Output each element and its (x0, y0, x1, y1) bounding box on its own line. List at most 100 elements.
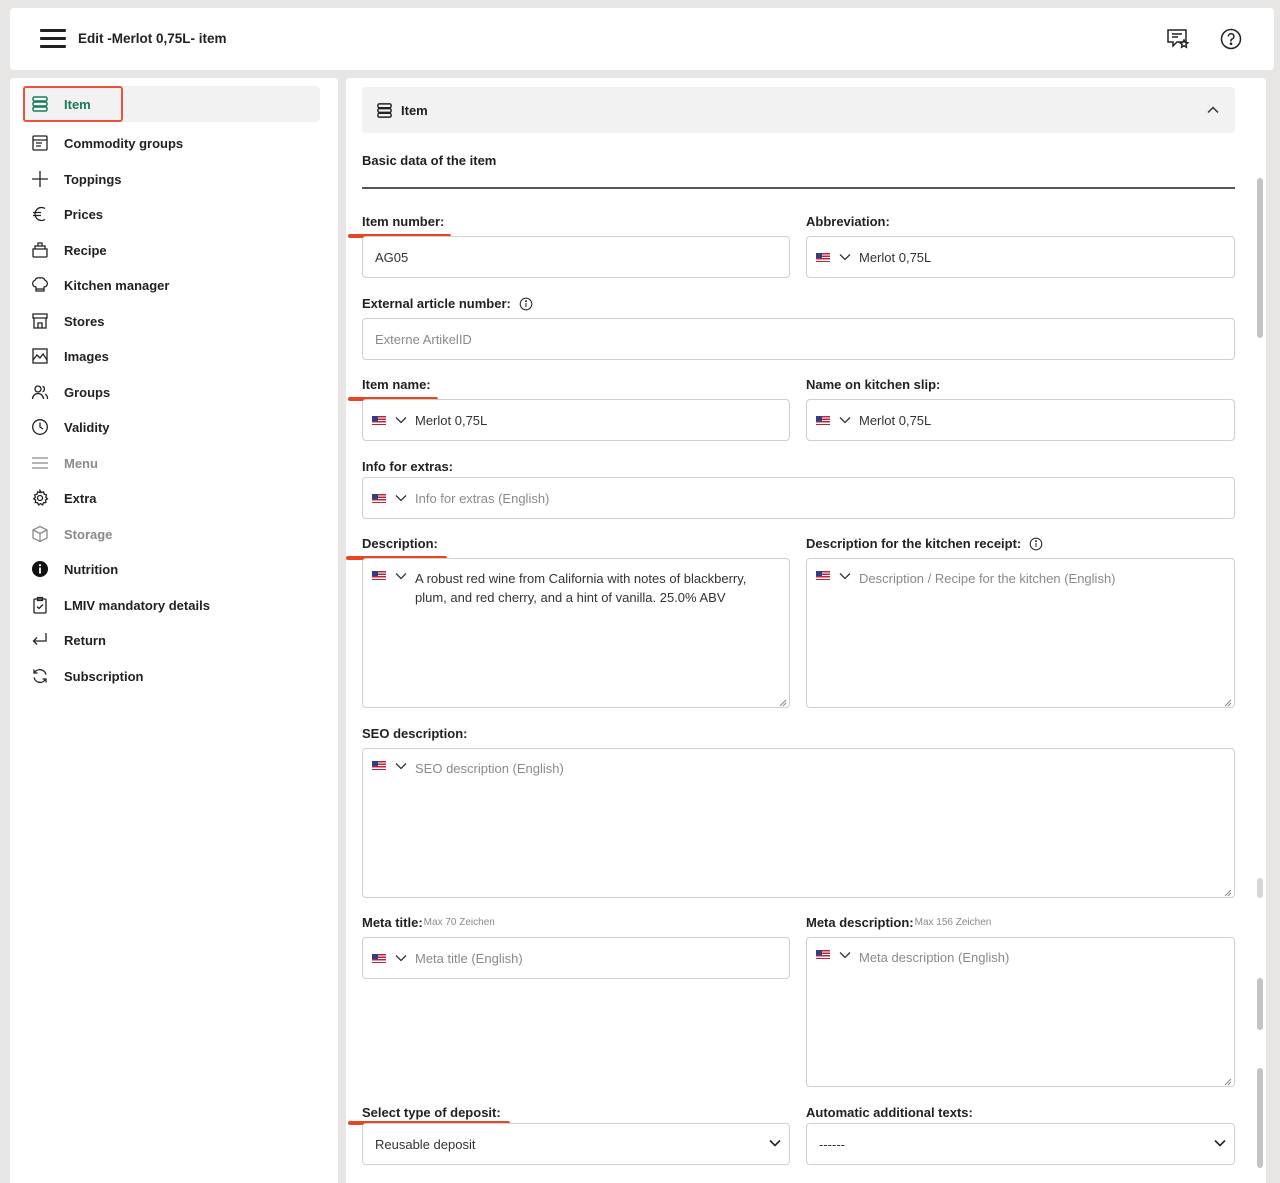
resize-handle-icon[interactable] (777, 695, 787, 707)
chevron-down-icon (395, 494, 407, 502)
sidebar-item-kitchen-manager[interactable]: Kitchen manager (24, 267, 169, 303)
sidebar-item-groups[interactable]: Groups (24, 374, 110, 410)
us-flag-icon (372, 761, 386, 770)
meta-title-input[interactable]: Meta title (English) (362, 937, 790, 979)
sidebar-item-lmiv[interactable]: LMIV mandatory details (24, 587, 210, 623)
help-icon[interactable] (1218, 26, 1244, 52)
sidebar-item-label: Validity (64, 419, 110, 435)
us-flag-icon (816, 950, 830, 959)
kitchen-receipt-description-textarea[interactable]: Description / Recipe for the kitchen (En… (806, 558, 1235, 708)
item-number-input[interactable]: AG05 (362, 236, 790, 278)
sidebar: Item Commodity groups Toppings Prices Re… (10, 78, 338, 1183)
box-icon (30, 524, 50, 544)
menu-icon[interactable] (40, 29, 66, 49)
sidebar-item-subscription[interactable]: Subscription (24, 658, 143, 694)
language-selector[interactable] (372, 571, 407, 580)
kitchen-receipt-description-label: Description for the kitchen receipt: (806, 536, 1043, 551)
sidebar-item-validity[interactable]: Validity (24, 409, 110, 445)
language-selector[interactable] (372, 415, 407, 425)
info-icon[interactable] (1029, 537, 1043, 551)
item-name-input[interactable]: Merlot 0,75L (362, 399, 790, 441)
sidebar-item-label: Groups (64, 384, 111, 400)
sidebar-item-nutrition[interactable]: Nutrition (24, 551, 118, 587)
sidebar-item-toppings[interactable]: Toppings (24, 161, 122, 197)
info-for-extras-input[interactable]: Info for extras (English) (362, 477, 1235, 519)
external-article-number-label: External article number: (362, 296, 533, 311)
meta-title-label: Meta title: Max 70 Zeichen (362, 915, 495, 930)
section-title: Item (401, 102, 428, 118)
sidebar-item-label: Nutrition (64, 561, 119, 577)
meta-description-textarea[interactable]: Meta description (English) (806, 937, 1235, 1087)
scrollbar-thumb[interactable] (1257, 978, 1263, 1030)
resize-handle-icon[interactable] (1222, 1074, 1232, 1086)
item-section-header[interactable]: Item (362, 87, 1235, 133)
seo-description-label: SEO description: (362, 726, 468, 741)
language-selector[interactable] (816, 415, 851, 425)
us-flag-icon (372, 415, 386, 425)
users-icon (30, 382, 50, 402)
main-panel: Item Basic data of the item Item number:… (346, 78, 1266, 1183)
us-flag-icon (372, 953, 386, 963)
external-article-number-input[interactable]: Externe ArtikelID (362, 318, 1235, 360)
sidebar-item-item[interactable]: Item (24, 86, 320, 122)
sidebar-item-label: Commodity groups (64, 135, 184, 151)
return-icon (30, 630, 50, 650)
scrollbar[interactable] (1253, 78, 1267, 1183)
language-selector[interactable] (816, 252, 851, 262)
deposit-type-label: Select type of deposit: (362, 1105, 501, 1120)
sidebar-item-label: Toppings (64, 171, 122, 187)
sidebar-item-prices[interactable]: Prices (24, 196, 103, 232)
seo-description-textarea[interactable]: SEO description (English) (362, 748, 1235, 898)
chevron-down-icon (395, 416, 407, 424)
sidebar-item-recipe[interactable]: Recipe (24, 232, 107, 268)
scrollbar-thumb[interactable] (1257, 178, 1263, 338)
language-selector[interactable] (372, 953, 407, 963)
scrollbar-thumb[interactable] (1257, 878, 1263, 898)
feedback-icon[interactable] (1165, 26, 1191, 52)
clock-icon (30, 417, 50, 437)
chevron-down-icon (769, 1139, 781, 1147)
additional-texts-select[interactable]: ------ (806, 1123, 1235, 1165)
resize-handle-icon[interactable] (1222, 695, 1232, 707)
sidebar-item-label: Storage (64, 526, 113, 542)
language-selector[interactable] (372, 493, 407, 503)
section-subtitle: Basic data of the item (362, 153, 497, 168)
abbreviation-input[interactable]: Merlot 0,75L (806, 236, 1235, 278)
deposit-type-select[interactable]: Reusable deposit (362, 1123, 790, 1165)
us-flag-icon (816, 252, 830, 262)
sidebar-item-label: Recipe (64, 242, 107, 258)
item-icon (30, 94, 50, 114)
sidebar-item-stores[interactable]: Stores (24, 303, 104, 339)
us-flag-icon (816, 571, 830, 580)
sidebar-item-label: Prices (64, 206, 104, 222)
language-selector[interactable] (816, 950, 851, 959)
chevron-down-icon (395, 572, 407, 580)
divider (362, 187, 1235, 189)
sidebar-item-commodity-groups[interactable]: Commodity groups (24, 125, 183, 161)
us-flag-icon (372, 493, 386, 503)
sidebar-item-menu: Menu (24, 445, 98, 481)
sidebar-item-images[interactable]: Images (24, 338, 109, 374)
sidebar-item-return[interactable]: Return (24, 622, 106, 658)
kitchen-slip-name-input[interactable]: Merlot 0,75L (806, 399, 1235, 441)
description-label: Description: (362, 536, 438, 551)
info-icon[interactable] (519, 297, 533, 311)
euro-icon (30, 204, 50, 224)
language-selector[interactable] (372, 761, 407, 770)
sidebar-item-label: Subscription (64, 668, 144, 684)
menu-lines-icon (30, 453, 50, 473)
sidebar-item-label: Images (64, 348, 109, 364)
scrollbar-thumb[interactable] (1257, 1068, 1263, 1168)
description-textarea[interactable]: A robust red wine from California with n… (362, 558, 790, 708)
item-icon (376, 102, 393, 119)
language-selector[interactable] (816, 571, 851, 580)
chevron-down-icon (839, 572, 851, 580)
info-filled-icon (30, 559, 50, 579)
resize-handle-icon[interactable] (1222, 885, 1232, 897)
sidebar-item-extra[interactable]: Extra (24, 480, 97, 516)
chevron-down-icon (395, 762, 407, 770)
clipboard-check-icon (30, 595, 50, 615)
sidebar-item-storage: Storage (24, 516, 112, 552)
chevron-up-icon[interactable] (1205, 102, 1221, 123)
gear-icon (30, 488, 50, 508)
